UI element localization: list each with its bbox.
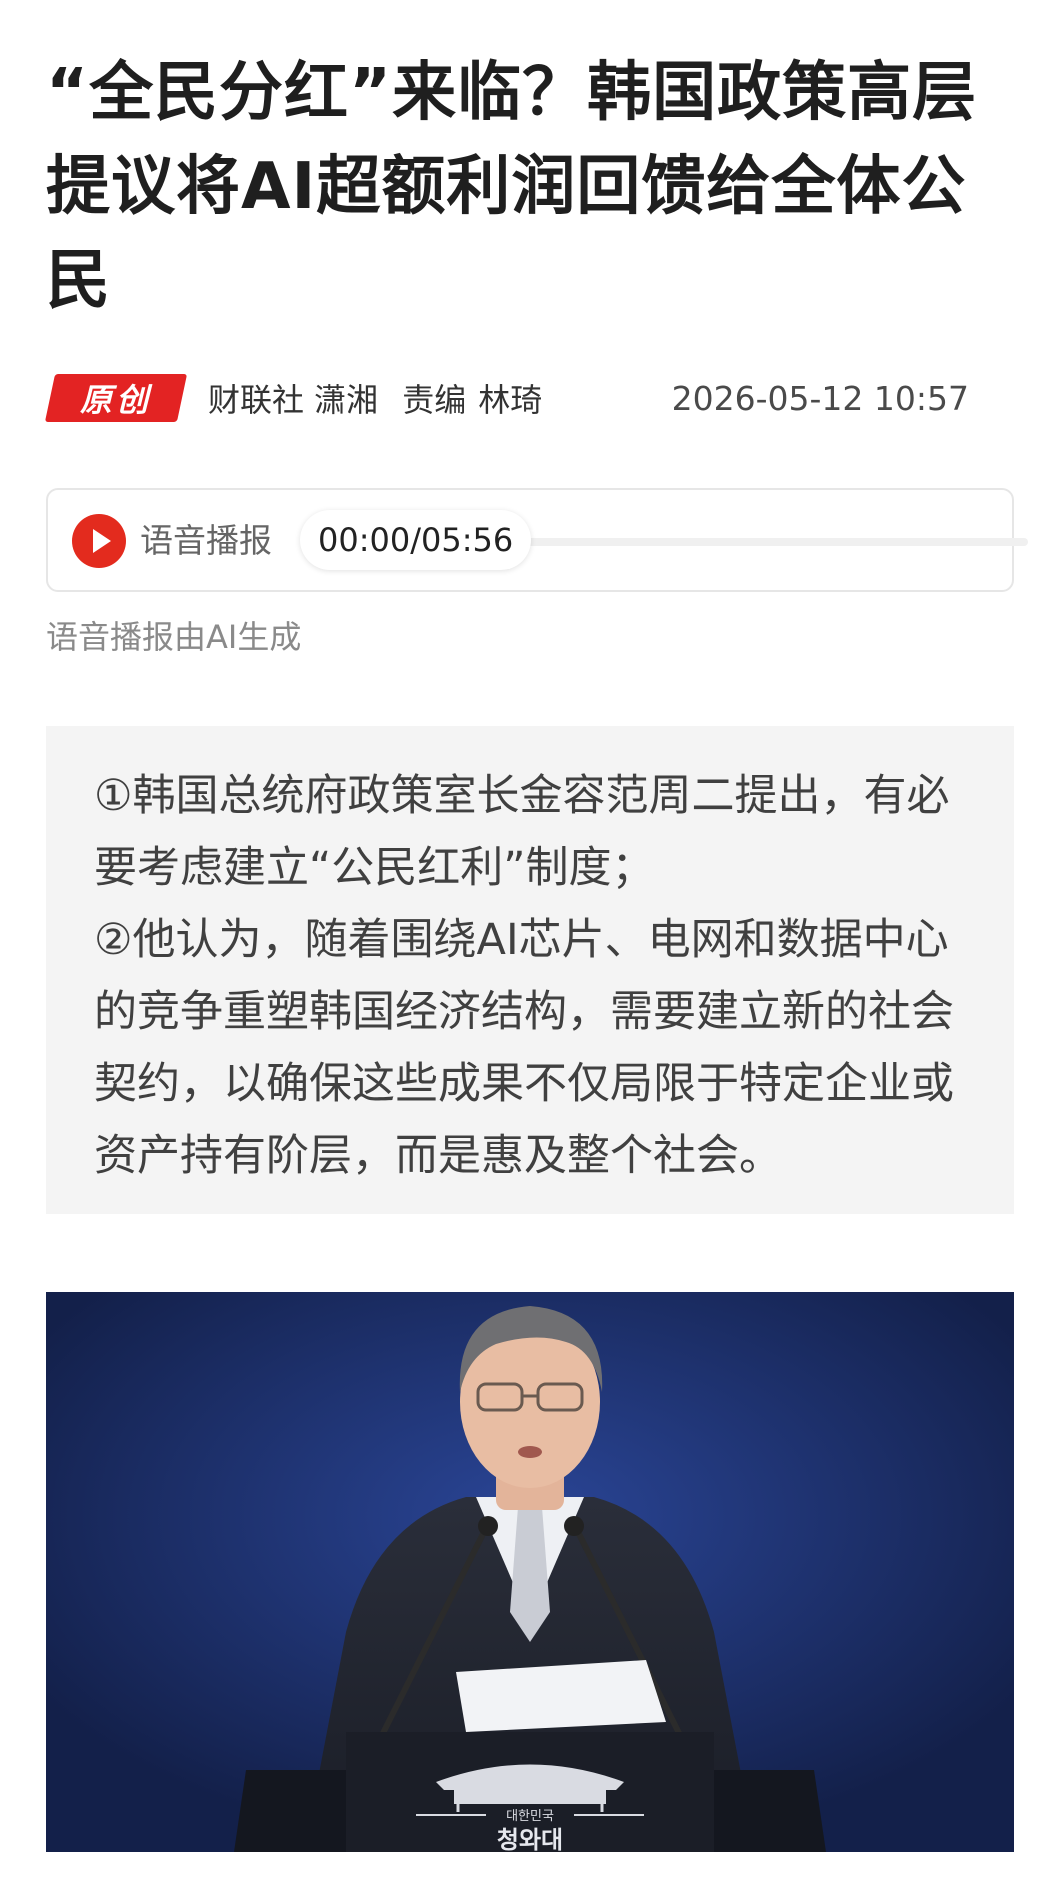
article-photo[interactable]: 대한민국 청와대 bbox=[46, 1292, 1014, 1852]
audio-time-display[interactable]: 00:00/05:56 bbox=[300, 510, 532, 570]
audio-player: 语音播报 00:00/05:56 bbox=[46, 488, 1028, 592]
speaker-photo-illustration: 대한민국 청와대 bbox=[46, 1292, 1014, 1852]
editor-name: 林琦 bbox=[478, 381, 543, 419]
play-button[interactable] bbox=[72, 514, 126, 568]
original-badge: 原创 bbox=[44, 374, 188, 422]
podium-korean-main: 청와대 bbox=[497, 1826, 563, 1852]
publish-datetime: 2026-05-12 10:57 bbox=[671, 378, 969, 418]
article-source[interactable]: 财联社 潇湘 bbox=[208, 375, 378, 421]
article-headline: “全民分红”来临？韩国政策高层提议将AI超额利润回馈给全体公民 bbox=[46, 56, 978, 318]
play-icon bbox=[93, 529, 111, 553]
article-meta: 原创 财联社 潇湘 责编 林琦 2026-05-12 10:57 bbox=[44, 372, 1021, 424]
summary-point-2: ②他认为，随着围绕AI芯片、电网和数据中心的竞争重塑韩国经济结构，需要建立新的社… bbox=[94, 915, 954, 1181]
summary-point-1: ①韩国总统府政策室长金容范周二提出，有必要考虑建立“公民红利”制度； bbox=[94, 771, 950, 893]
article-summary: ①韩国总统府政策室长金容范周二提出，有必要考虑建立“公民红利”制度； ②他认为，… bbox=[46, 726, 1014, 1214]
summary-text: ①韩国总统府政策室长金容范周二提出，有必要考虑建立“公民红利”制度； ②他认为，… bbox=[94, 760, 966, 1192]
audio-ai-note: 语音播报由AI生成 bbox=[46, 618, 302, 656]
podium-korean-top: 대한민국 bbox=[506, 1809, 554, 1824]
audio-label: 语音播报 bbox=[140, 521, 272, 560]
editor-label: 责编 bbox=[402, 381, 467, 419]
original-badge-label: 原创 bbox=[79, 381, 152, 419]
